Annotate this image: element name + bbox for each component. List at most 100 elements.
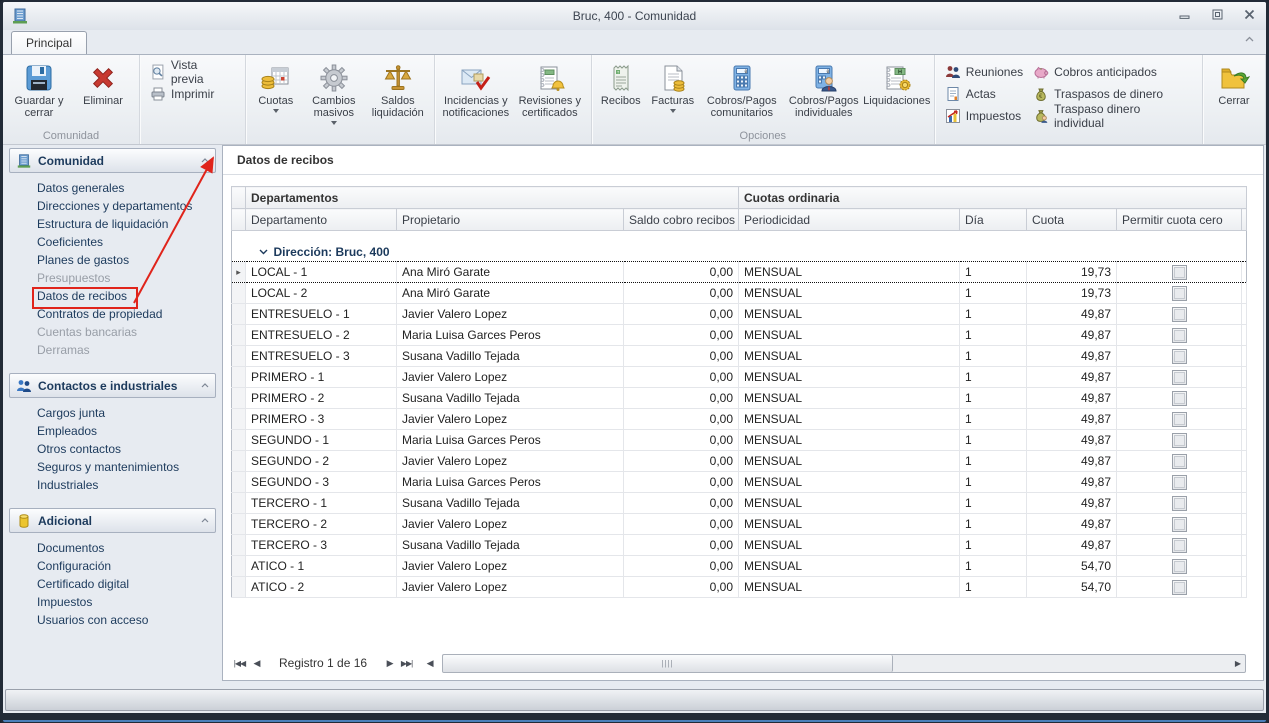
- cell-filler[interactable]: [1242, 556, 1247, 577]
- cell-saldo[interactable]: 0,00: [624, 472, 739, 493]
- sidebar-item-estructura-de-liquidaci-n[interactable]: Estructura de liquidación: [37, 215, 216, 233]
- cell-departamento[interactable]: ATICO - 1: [246, 556, 397, 577]
- row-indicator[interactable]: [232, 388, 246, 409]
- cell-propietario[interactable]: Javier Valero Lopez: [397, 409, 624, 430]
- cell-filler[interactable]: [1242, 577, 1247, 598]
- checkbox-unchecked[interactable]: [1172, 496, 1187, 511]
- checkbox-unchecked[interactable]: [1172, 475, 1187, 490]
- cell-periodicidad[interactable]: MENSUAL: [739, 283, 960, 304]
- row-indicator[interactable]: [232, 514, 246, 535]
- cobros-anticipados-button[interactable]: Cobros anticipados: [1033, 64, 1192, 80]
- cell-dia[interactable]: 1: [960, 493, 1027, 514]
- restore-button[interactable]: [1206, 7, 1228, 22]
- cell-saldo[interactable]: 0,00: [624, 409, 739, 430]
- cell-dia[interactable]: 1: [960, 262, 1027, 283]
- cell-saldo[interactable]: 0,00: [624, 283, 739, 304]
- chevron-up-icon[interactable]: [201, 383, 209, 388]
- cobros-pagos-comunitarios-button[interactable]: 0 Cobros/Pagos comunitarios: [701, 58, 783, 129]
- cell-saldo[interactable]: 0,00: [624, 451, 739, 472]
- cell-propietario[interactable]: Javier Valero Lopez: [397, 577, 624, 598]
- cell-dia[interactable]: 1: [960, 304, 1027, 325]
- cell-filler[interactable]: [1242, 346, 1247, 367]
- row-indicator[interactable]: [232, 283, 246, 304]
- sidebar-section-adicional[interactable]: Adicional: [9, 508, 216, 533]
- cell-propietario[interactable]: Javier Valero Lopez: [397, 304, 624, 325]
- sidebar-item-contratos-de-propiedad[interactable]: Contratos de propiedad: [37, 305, 216, 323]
- cell-periodicidad[interactable]: MENSUAL: [739, 493, 960, 514]
- table-row[interactable]: ENTRESUELO - 3Susana Vadillo Tejada0,00M…: [232, 346, 1247, 367]
- cell-propietario[interactable]: Maria Luisa Garces Peros: [397, 325, 624, 346]
- traspaso-dinero-individual-button[interactable]: Traspaso dinero individual: [1033, 108, 1192, 124]
- cell-dia[interactable]: 1: [960, 430, 1027, 451]
- sidebar-item-cuentas-bancarias[interactable]: Cuentas bancarias: [37, 323, 216, 341]
- facturas-button[interactable]: Facturas: [647, 58, 699, 129]
- table-row[interactable]: ENTRESUELO - 2Maria Luisa Garces Peros0,…: [232, 325, 1247, 346]
- sidebar-item-datos-de-recibos[interactable]: Datos de recibos: [37, 287, 216, 305]
- cell-dia[interactable]: 1: [960, 346, 1027, 367]
- cell-cuota[interactable]: 54,70: [1027, 556, 1117, 577]
- cell-propietario[interactable]: Javier Valero Lopez: [397, 451, 624, 472]
- cell-filler[interactable]: [1242, 367, 1247, 388]
- cell-filler[interactable]: [1242, 388, 1247, 409]
- row-indicator[interactable]: [232, 535, 246, 556]
- cell-propietario[interactable]: Ana Miró Garate: [397, 283, 624, 304]
- row-indicator[interactable]: ▸: [232, 262, 246, 283]
- cell-dia[interactable]: 1: [960, 367, 1027, 388]
- cell-periodicidad[interactable]: MENSUAL: [739, 577, 960, 598]
- cell-cuota[interactable]: 49,87: [1027, 451, 1117, 472]
- recibos-button[interactable]: T Recibos: [597, 58, 645, 129]
- cell-propietario[interactable]: Javier Valero Lopez: [397, 514, 624, 535]
- cell-filler[interactable]: [1242, 451, 1247, 472]
- sidebar-item-usuarios-con-acceso[interactable]: Usuarios con acceso: [37, 611, 216, 629]
- table-row[interactable]: ATICO - 2Javier Valero Lopez0,00MENSUAL1…: [232, 577, 1247, 598]
- traspasos-dinero-button[interactable]: € Traspasos de dinero: [1033, 86, 1192, 102]
- cell-periodicidad[interactable]: MENSUAL: [739, 535, 960, 556]
- sidebar-item-coeficientes[interactable]: Coeficientes: [37, 233, 216, 251]
- chevron-up-icon[interactable]: [201, 518, 209, 523]
- sidebar-item-empleados[interactable]: Empleados: [37, 422, 216, 440]
- cell-permitir-cuota-cero[interactable]: [1117, 493, 1242, 514]
- next-record-button[interactable]: ▶: [381, 655, 398, 671]
- table-row[interactable]: TERCERO - 2Javier Valero Lopez0,00MENSUA…: [232, 514, 1247, 535]
- cell-dia[interactable]: 1: [960, 451, 1027, 472]
- row-indicator[interactable]: [232, 346, 246, 367]
- cell-periodicidad[interactable]: MENSUAL: [739, 346, 960, 367]
- sidebar-item-documentos[interactable]: Documentos: [37, 539, 216, 557]
- cell-permitir-cuota-cero[interactable]: [1117, 346, 1242, 367]
- actas-button[interactable]: Actas: [945, 86, 1023, 102]
- cell-cuota[interactable]: 49,87: [1027, 409, 1117, 430]
- cell-cuota[interactable]: 49,87: [1027, 472, 1117, 493]
- cell-saldo[interactable]: 0,00: [624, 556, 739, 577]
- cell-saldo[interactable]: 0,00: [624, 304, 739, 325]
- cell-cuota[interactable]: 49,87: [1027, 514, 1117, 535]
- cell-saldo[interactable]: 0,00: [624, 388, 739, 409]
- checkbox-unchecked[interactable]: [1172, 328, 1187, 343]
- cell-dia[interactable]: 1: [960, 514, 1027, 535]
- checkbox-unchecked[interactable]: [1172, 517, 1187, 532]
- checkbox-unchecked[interactable]: [1172, 433, 1187, 448]
- cell-cuota[interactable]: 49,87: [1027, 388, 1117, 409]
- table-row[interactable]: SEGUNDO - 3Maria Luisa Garces Peros0,00M…: [232, 472, 1247, 493]
- checkbox-unchecked[interactable]: [1172, 559, 1187, 574]
- checkbox-unchecked[interactable]: [1172, 265, 1187, 280]
- cell-departamento[interactable]: SEGUNDO - 2: [246, 451, 397, 472]
- imprimir-button[interactable]: Imprimir: [150, 86, 233, 102]
- cell-propietario[interactable]: Susana Vadillo Tejada: [397, 535, 624, 556]
- cell-permitir-cuota-cero[interactable]: [1117, 535, 1242, 556]
- cell-filler[interactable]: [1242, 304, 1247, 325]
- grid-group-row[interactable]: Dirección: Bruc, 400: [232, 243, 1247, 262]
- sidebar-item-otros-contactos[interactable]: Otros contactos: [37, 440, 216, 458]
- sidebar-item-planes-de-gastos[interactable]: Planes de gastos: [37, 251, 216, 269]
- tab-principal[interactable]: Principal: [11, 31, 87, 54]
- cell-permitir-cuota-cero[interactable]: [1117, 430, 1242, 451]
- column-header-periodicidad[interactable]: Periodicidad: [739, 209, 960, 231]
- cuotas-button[interactable]: Cuotas: [251, 58, 301, 129]
- sidebar-section-comunidad[interactable]: Comunidad: [9, 148, 216, 173]
- cell-cuota[interactable]: 19,73: [1027, 262, 1117, 283]
- cell-permitir-cuota-cero[interactable]: [1117, 388, 1242, 409]
- column-header-saldo[interactable]: Saldo cobro recibos: [624, 209, 739, 231]
- chevron-up-icon[interactable]: [201, 158, 209, 163]
- cell-filler[interactable]: [1242, 472, 1247, 493]
- cell-departamento[interactable]: ENTRESUELO - 1: [246, 304, 397, 325]
- cell-saldo[interactable]: 0,00: [624, 325, 739, 346]
